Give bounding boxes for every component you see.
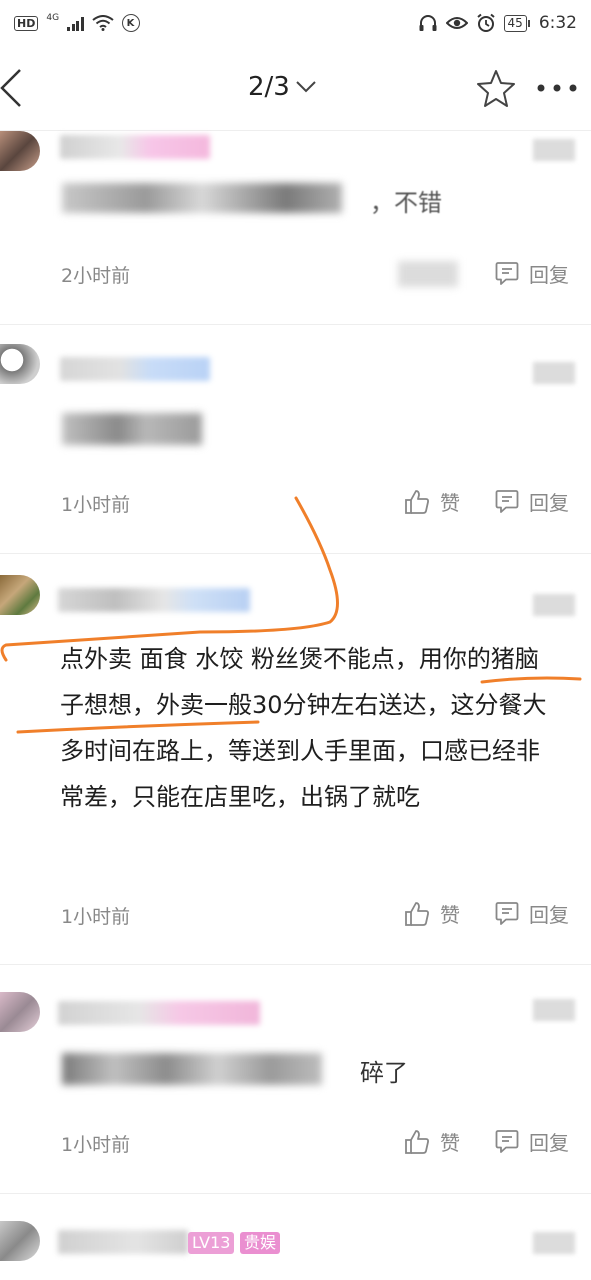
status-right: 45 6:32 (418, 13, 577, 33)
headphones-icon (419, 15, 437, 31)
chevron-down-icon (296, 81, 316, 93)
comment-time: 2小时前 (61, 265, 131, 287)
blurred-comment-text (62, 1053, 322, 1085)
thumbs-up-icon (405, 489, 429, 514)
blurred-region (533, 362, 575, 384)
reply-icon (495, 261, 519, 285)
comment-time: 1小时前 (61, 494, 131, 516)
vip-badge: 贵娱 (240, 1232, 281, 1254)
status-left: HD 4G K (14, 13, 140, 33)
page-indicator[interactable]: 2/3 (248, 72, 316, 102)
page-indicator-label: 2/3 (248, 72, 290, 102)
blurred-like (398, 261, 458, 287)
like-label: 赞 (440, 1131, 460, 1155)
comment-text-visible: 碎了 (360, 1059, 408, 1087)
comment-item: ，不错 2小时前 回复 (0, 131, 591, 325)
comment-time: 1小时前 (61, 1134, 131, 1156)
alarm-icon (476, 13, 495, 32)
like-label: 赞 (440, 903, 460, 927)
reply-label: 回复 (529, 263, 569, 287)
avatar[interactable] (0, 575, 40, 615)
reply-label: 回复 (529, 1131, 569, 1155)
like-button[interactable]: 赞 (404, 1127, 460, 1156)
blurred-comment-text (62, 413, 202, 445)
comment-item: 点外卖 面食 水饺 粉丝煲不能点，用你的猪脑子想想，外卖一般30分钟左右送达，这… (0, 554, 591, 965)
reply-button[interactable]: 回复 (495, 487, 569, 516)
blurred-region (533, 139, 575, 161)
reply-label: 回复 (529, 491, 569, 515)
more-icon[interactable] (535, 70, 579, 106)
reply-icon (495, 489, 519, 513)
signal-icon (67, 16, 84, 31)
nickname-blurred (58, 1001, 260, 1025)
k-icon: K (121, 14, 140, 32)
comment-item: 碎了 1小时前 赞 回复 (0, 965, 591, 1194)
back-icon[interactable] (0, 66, 30, 110)
like-button[interactable]: 赞 (404, 899, 460, 928)
hd-badge: HD (14, 15, 39, 31)
nickname-blurred (58, 1230, 188, 1254)
thumbs-up-icon (405, 901, 429, 926)
avatar[interactable] (0, 344, 40, 384)
level-badge: LV13 (188, 1232, 235, 1254)
reply-icon (495, 901, 519, 925)
comment-item: LV13 贵娱 (0, 1194, 591, 1280)
battery-icon: 45 (503, 14, 531, 32)
wifi-icon (91, 15, 114, 31)
reply-button[interactable]: 回复 (495, 899, 569, 928)
nickname-blurred (60, 357, 210, 381)
comment-text-visible: ，不错 (370, 189, 442, 217)
comment-time: 1小时前 (61, 906, 131, 928)
avatar[interactable] (0, 992, 40, 1032)
nickname-blurred (58, 588, 250, 612)
clock: 6:32 (538, 13, 577, 33)
reply-button[interactable]: 回复 (495, 1127, 569, 1156)
reply-icon (495, 1129, 519, 1153)
network-type: 4G (46, 13, 60, 23)
status-bar: HD 4G K 45 6:32 (0, 0, 591, 46)
nav-bar: 2/3 (0, 48, 591, 131)
nickname-blurred (60, 135, 210, 159)
reply-label: 回复 (529, 903, 569, 927)
eye-icon (445, 17, 468, 29)
blurred-comment-text (62, 183, 342, 213)
blurred-region (533, 999, 575, 1021)
comment-text: 点外卖 面食 水饺 粉丝煲不能点，用你的猪脑子想想，外卖一般30分钟左右送达，这… (60, 645, 547, 811)
blurred-region (533, 594, 575, 616)
blurred-region (533, 1232, 575, 1254)
like-button[interactable]: 赞 (404, 487, 460, 516)
thumbs-up-icon (405, 1129, 429, 1154)
comment-item: 1小时前 赞 回复 (0, 325, 591, 554)
reply-button[interactable]: 回复 (495, 259, 569, 288)
avatar[interactable] (0, 1221, 40, 1261)
avatar[interactable] (0, 131, 40, 171)
like-label: 赞 (440, 491, 460, 515)
star-icon[interactable] (476, 68, 516, 108)
